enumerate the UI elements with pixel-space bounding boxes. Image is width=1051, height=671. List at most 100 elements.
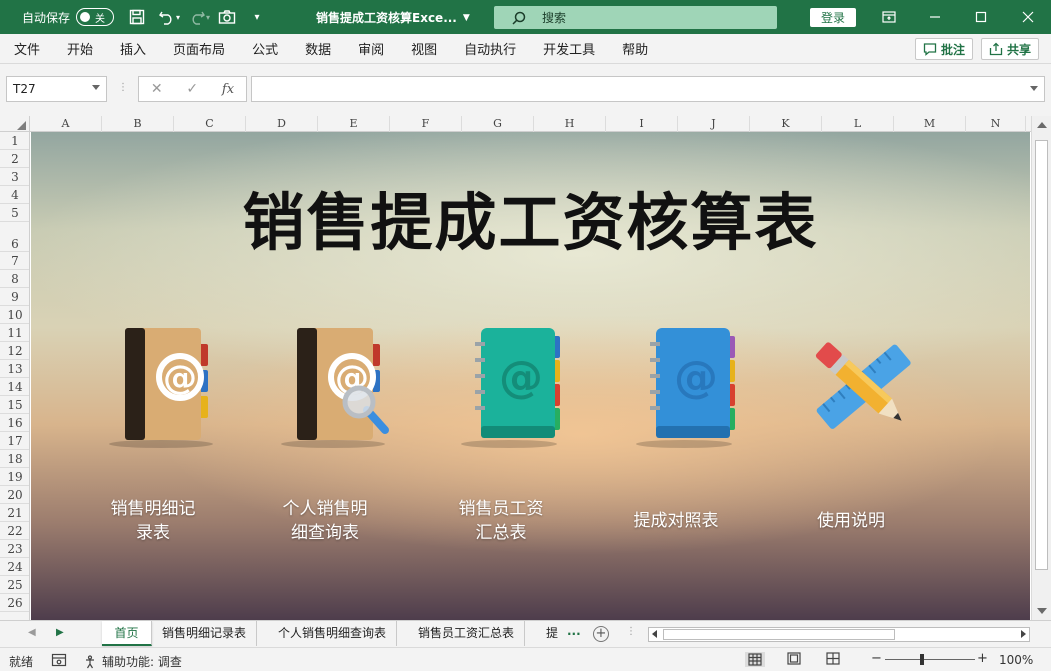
document-title[interactable]: 销售提成工资核算Exce... ▼: [316, 9, 470, 26]
row-header[interactable]: 19: [0, 468, 29, 486]
tab-scroll-left-icon[interactable]: ◀: [28, 627, 36, 638]
tab-salary-summary[interactable]: 销售员工资汇总表: [408, 621, 526, 646]
tab-sales-detail[interactable]: 销售明细记录表: [152, 621, 258, 646]
column-header[interactable]: B: [102, 116, 174, 132]
row-header[interactable]: 18: [0, 450, 29, 468]
row-header[interactable]: 8: [0, 270, 29, 288]
horizontal-scroll-thumb[interactable]: [663, 629, 895, 640]
column-header[interactable]: E: [318, 116, 390, 132]
column-header[interactable]: N: [966, 116, 1026, 132]
column-header[interactable]: I: [606, 116, 678, 132]
column-header[interactable]: J: [678, 116, 750, 132]
row-header[interactable]: 16: [0, 414, 29, 432]
row-header[interactable]: 15: [0, 396, 29, 414]
row-header[interactable]: 9: [0, 288, 29, 306]
column-header[interactable]: A: [30, 116, 102, 132]
cancel-icon[interactable]: ✕: [151, 81, 163, 97]
scroll-down-icon[interactable]: [1037, 608, 1047, 614]
zoom-level[interactable]: 100%: [999, 653, 1033, 667]
row-header[interactable]: 20: [0, 486, 29, 504]
scroll-right-icon[interactable]: [1021, 630, 1026, 638]
formula-input[interactable]: [251, 76, 1045, 102]
column-header[interactable]: D: [246, 116, 318, 132]
login-button[interactable]: 登录: [810, 8, 856, 27]
horizontal-scrollbar[interactable]: [648, 627, 1030, 642]
row-header[interactable]: 22: [0, 522, 29, 540]
column-header[interactable]: K: [750, 116, 822, 132]
enter-icon[interactable]: ✓: [186, 81, 198, 97]
menu-help[interactable]: 帮助: [608, 39, 661, 58]
zoom-slider[interactable]: [885, 659, 975, 660]
row-header[interactable]: 7: [0, 252, 29, 270]
name-box[interactable]: T27: [6, 76, 107, 102]
minimize-icon[interactable]: [912, 0, 958, 34]
row-header[interactable]: 3: [0, 168, 29, 186]
menu-data[interactable]: 数据: [291, 39, 344, 58]
row-header[interactable]: 6: [0, 222, 29, 252]
menu-view[interactable]: 视图: [397, 39, 450, 58]
row-header[interactable]: 5: [0, 204, 29, 222]
row-header[interactable]: 25: [0, 576, 29, 594]
tile-sales-detail[interactable]: @ 销售明细记 录表: [78, 322, 228, 562]
menu-file[interactable]: 文件: [0, 39, 53, 58]
camera-icon[interactable]: [214, 4, 240, 30]
vertical-scroll-thumb[interactable]: [1035, 140, 1048, 570]
customize-toolbar-icon[interactable]: ▾: [244, 4, 270, 30]
vertical-scrollbar[interactable]: [1031, 116, 1051, 620]
column-header[interactable]: M: [894, 116, 966, 132]
zoom-slider-thumb[interactable]: [920, 654, 924, 665]
select-all-button[interactable]: [0, 116, 30, 132]
row-header[interactable]: 26: [0, 594, 29, 612]
redo-dropdown-icon[interactable]: ▾: [206, 13, 210, 22]
tile-salary-summary[interactable]: @ 销售员工资 汇总表: [426, 322, 576, 562]
row-header[interactable]: 21: [0, 504, 29, 522]
row-header[interactable]: 24: [0, 558, 29, 576]
row-header[interactable]: 2: [0, 150, 29, 168]
scroll-up-icon[interactable]: [1037, 122, 1047, 128]
search-box[interactable]: 搜索: [494, 6, 777, 29]
tab-home[interactable]: 首页: [102, 621, 152, 646]
menu-page-layout[interactable]: 页面布局: [159, 39, 238, 58]
tile-personal-query[interactable]: @ 个人销售明 细查询表: [250, 322, 400, 562]
menu-insert[interactable]: 插入: [106, 39, 159, 58]
share-button[interactable]: 共享: [980, 38, 1039, 60]
page-layout-view-icon[interactable]: [787, 652, 801, 665]
ribbon-display-icon[interactable]: [866, 0, 912, 34]
tab-splitter-icon[interactable]: ⋮: [626, 626, 636, 637]
sheet-canvas[interactable]: 销售提成工资核算表 @ 销售明细记 录表 @ 个人销售明 细查询表 @ 销售员工…: [31, 132, 1030, 620]
scroll-left-icon[interactable]: [652, 630, 657, 638]
row-header[interactable]: 14: [0, 378, 29, 396]
accessibility-status[interactable]: 辅助功能: 调查: [84, 653, 182, 670]
menu-automate[interactable]: 自动执行: [450, 39, 529, 58]
autosave-control[interactable]: 自动保存 关: [22, 8, 115, 26]
row-header[interactable]: 13: [0, 360, 29, 378]
tab-scroll-right-icon[interactable]: ▶: [56, 627, 64, 638]
tile-instructions[interactable]: 使用说明: [776, 322, 926, 562]
row-header[interactable]: 1: [0, 132, 29, 150]
insert-function-icon[interactable]: fx: [222, 82, 234, 97]
save-icon[interactable]: [124, 4, 150, 30]
column-header[interactable]: L: [822, 116, 894, 132]
zoom-out-button[interactable]: −: [871, 651, 882, 666]
more-options-icon[interactable]: ⋮: [118, 82, 128, 93]
column-header[interactable]: H: [534, 116, 606, 132]
macro-record-icon[interactable]: [51, 653, 67, 667]
row-header[interactable]: 23: [0, 540, 29, 558]
close-icon[interactable]: [1005, 0, 1051, 34]
column-header[interactable]: F: [390, 116, 462, 132]
comments-button[interactable]: 批注: [914, 38, 973, 60]
page-break-view-icon[interactable]: [826, 652, 840, 665]
undo-dropdown-icon[interactable]: ▾: [176, 13, 180, 22]
menu-review[interactable]: 审阅: [344, 39, 397, 58]
row-header[interactable]: 10: [0, 306, 29, 324]
row-header[interactable]: 12: [0, 342, 29, 360]
normal-view-icon[interactable]: [745, 652, 765, 667]
column-header[interactable]: C: [174, 116, 246, 132]
tile-commission-table[interactable]: @ 提成对照表: [601, 322, 751, 562]
zoom-in-button[interactable]: +: [977, 651, 988, 666]
menu-formulas[interactable]: 公式: [238, 39, 291, 58]
row-header[interactable]: 17: [0, 432, 29, 450]
tab-truncated[interactable]: 提: [536, 621, 568, 646]
menu-home[interactable]: 开始: [53, 39, 106, 58]
add-sheet-icon[interactable]: +: [593, 626, 609, 642]
